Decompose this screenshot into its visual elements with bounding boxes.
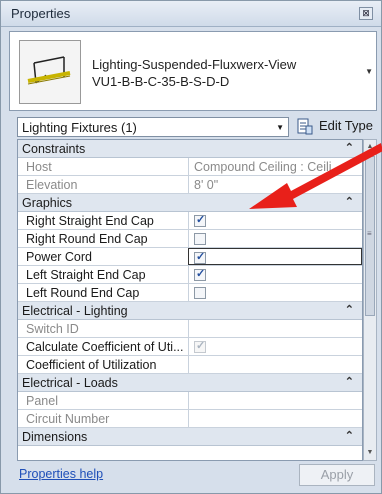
param-value-cell [188, 266, 362, 283]
calc-coefficient-checkbox [194, 339, 206, 353]
param-row-right-round-end-cap: Right Round End Cap [18, 230, 362, 248]
param-value-cell [188, 248, 362, 265]
close-icon[interactable]: ⊠ [359, 7, 373, 20]
category-filter-value: Lighting Fixtures (1) [22, 120, 137, 135]
edit-type-button[interactable]: Edit Type [297, 115, 377, 139]
param-row-calc-coefficient: Calculate Coefficient of Uti... [18, 338, 362, 356]
param-name: Right Round End Cap [26, 232, 148, 246]
param-name: Panel [26, 394, 58, 408]
param-row-power-cord: Power Cord [18, 248, 362, 266]
collapse-icon[interactable]: ⌃ [345, 429, 354, 442]
group-label: Constraints [22, 142, 86, 156]
param-value-cell [188, 284, 362, 301]
chevron-down-icon[interactable]: ▼ [276, 123, 284, 132]
param-value-cell[interactable] [188, 356, 362, 373]
param-name: Host [26, 160, 52, 174]
param-row-left-round-end-cap: Left Round End Cap [18, 284, 362, 302]
grip-icon: ≡ [367, 229, 372, 238]
right-straight-end-cap-checkbox[interactable] [194, 213, 206, 227]
scroll-down-icon[interactable]: ▼ [364, 446, 376, 460]
param-row-left-straight-end-cap: Left Straight End Cap [18, 266, 362, 284]
param-name: Calculate Coefficient of Uti... [26, 340, 184, 354]
param-name: Elevation [26, 178, 78, 192]
param-name: Circuit Number [26, 412, 110, 426]
window-title: Properties [11, 6, 71, 21]
category-filter-select[interactable]: Lighting Fixtures (1) ▼ [17, 117, 289, 137]
annotation-arrow-icon [249, 143, 382, 209]
group-label: Electrical - Loads [22, 376, 118, 390]
type-selector[interactable]: Lighting-Suspended-Fluxwerx-View VU1-B-B… [9, 31, 377, 111]
lighting-fixture-icon [19, 40, 81, 104]
dropdown-arrow-icon[interactable]: ▼ [365, 67, 373, 76]
param-name: Power Cord [26, 250, 92, 264]
type-name-line2: VU1-B-B-C-35-B-S-D-D [92, 74, 230, 89]
param-value-cell [188, 338, 362, 355]
group-electrical-loads[interactable]: Electrical - Loads ⌃ [18, 374, 362, 392]
properties-help-link[interactable]: Properties help [19, 467, 103, 481]
apply-button[interactable]: Apply [299, 464, 375, 486]
param-name: Left Straight End Cap [26, 268, 146, 282]
param-row-switch-id: Switch ID [18, 320, 362, 338]
left-straight-end-cap-checkbox[interactable] [194, 267, 206, 281]
right-round-end-cap-checkbox[interactable] [194, 233, 206, 245]
properties-palette: Properties ⊠ Lighting-Suspended-Fluxwerx… [0, 0, 382, 494]
group-dimensions[interactable]: Dimensions ⌃ [18, 428, 362, 446]
group-electrical-lighting[interactable]: Electrical - Lighting ⌃ [18, 302, 362, 320]
group-label: Electrical - Lighting [22, 304, 128, 318]
param-value-cell [188, 230, 362, 247]
param-row-panel: Panel [18, 392, 362, 410]
group-label: Graphics [22, 196, 73, 210]
left-round-end-cap-checkbox[interactable] [194, 287, 206, 299]
edit-type-label: Edit Type [319, 118, 373, 133]
param-value-cell [188, 392, 362, 409]
param-name: Coefficient of Utilization [26, 358, 157, 372]
edit-type-icon [297, 118, 313, 135]
param-name: Left Round End Cap [26, 286, 140, 300]
collapse-icon[interactable]: ⌃ [345, 375, 354, 388]
param-row-coefficient-utilization: Coefficient of Utilization [18, 356, 362, 374]
param-name: Switch ID [26, 322, 79, 336]
param-name: Right Straight End Cap [26, 214, 154, 228]
power-cord-checkbox[interactable] [194, 250, 206, 264]
type-name-line1: Lighting-Suspended-Fluxwerx-View [92, 57, 297, 72]
param-value-cell [188, 410, 362, 427]
param-value: 8' 0" [194, 178, 219, 192]
group-label: Dimensions [22, 430, 88, 444]
title-bar[interactable]: Properties ⊠ [1, 1, 381, 27]
param-row-circuit-number: Circuit Number [18, 410, 362, 428]
collapse-icon[interactable]: ⌃ [345, 303, 354, 316]
param-value-cell[interactable] [188, 320, 362, 337]
